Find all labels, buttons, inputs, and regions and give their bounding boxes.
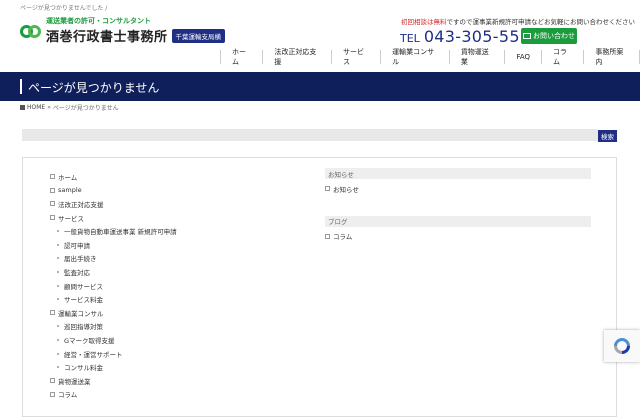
nav-freight[interactable]: 貨物運送業: [448, 48, 505, 66]
sitemap-item[interactable]: 法改正対応支援: [50, 197, 177, 211]
breadcrumb: HOME » ページが見つかりません: [20, 103, 119, 112]
category-heading-blog: ブログ: [325, 215, 591, 227]
sitemap-item[interactable]: 貨物運送業: [50, 374, 177, 388]
sitemap-subitem[interactable]: 監査対応: [50, 265, 177, 279]
header-note: 初回相談は無料ですので運事業新規許可申請などお気軽にお問い合わせください: [401, 16, 635, 26]
sitemap-pages: ホーム sample 法改正対応支援 サービス 一般貨物自動車運送事業 新規許可…: [50, 170, 177, 401]
category-item-news[interactable]: お知らせ: [325, 182, 591, 196]
page-title-bar: ページが見つかりません: [0, 72, 640, 101]
free-consult-text: 初回相談は無料: [401, 18, 447, 26]
sitemap-subitem[interactable]: 経営・運営サポート: [50, 347, 177, 361]
title-accent: [20, 79, 22, 94]
nav-consulting[interactable]: 運輸業コンサル: [380, 48, 449, 66]
top-note: ページが見つかりませんでした /: [20, 5, 108, 12]
header-note-rest: ですので運事業新規許可申請などお気軽にお問い合わせください: [446, 18, 636, 26]
sitemap-item[interactable]: 運輸業コンサル: [50, 306, 177, 320]
search-input[interactable]: [22, 129, 598, 141]
tel-label: TEL: [400, 32, 420, 45]
sitemap-subitem[interactable]: 届出手続き: [50, 252, 177, 266]
sitemap-subitem[interactable]: 巡回指導対策: [50, 320, 177, 334]
nav-office[interactable]: 事務所案内: [583, 48, 640, 66]
sitemap-item[interactable]: sample: [50, 184, 177, 198]
logo-rings-icon: [20, 20, 42, 42]
breadcrumb-home[interactable]: HOME: [27, 104, 45, 111]
logo-name: 酒巻行政書士事務所: [46, 30, 168, 45]
breadcrumb-sep: »: [47, 104, 51, 111]
nav-faq[interactable]: FAQ: [504, 50, 541, 64]
sitemap-subitem[interactable]: 顧問サービス: [50, 279, 177, 293]
recaptcha-badge[interactable]: [604, 330, 640, 362]
category-heading-news: お知らせ: [325, 168, 591, 179]
global-nav: ホーム 法改正対応支援 サービス 運輸業コンサル 貨物運送業 FAQ コラム 事…: [220, 48, 640, 66]
contact-button-label: お問い合わせ: [533, 32, 575, 40]
contact-button[interactable]: お問い合わせ: [521, 28, 577, 44]
breadcrumb-current: ページが見つかりません: [52, 105, 119, 112]
nav-law-support[interactable]: 法改正対応支援: [262, 48, 331, 66]
nav-home[interactable]: ホーム: [220, 48, 262, 66]
search-button[interactable]: 検索: [598, 130, 617, 142]
category-item-column[interactable]: コラム: [325, 230, 591, 244]
phone-number[interactable]: TEL 043-305-5557: [400, 27, 541, 46]
sitemap-categories: お知らせ お知らせ ブログ コラム: [325, 168, 591, 263]
sitemap: ホーム sample 法改正対応支援 サービス 一般貨物自動車運送事業 新規許可…: [22, 157, 617, 417]
sitemap-subitem[interactable]: 一般貨物自動車運送事業 新規許可申請: [50, 224, 177, 238]
sitemap-subitem[interactable]: コンサル料金: [50, 360, 177, 374]
home-icon: [20, 105, 25, 110]
sitemap-subitem[interactable]: サービス料金: [50, 292, 177, 306]
site-logo[interactable]: 運送業者の許可・コンサルタント 酒巻行政書士事務所 千葉運輸支局横: [20, 16, 226, 45]
sitemap-subitem[interactable]: 認可申請: [50, 238, 177, 252]
nav-services[interactable]: サービス: [331, 48, 380, 66]
sitemap-item[interactable]: ホーム: [50, 170, 177, 184]
logo-subtitle: 運送業者の許可・コンサルタント: [46, 17, 151, 25]
page-title: ページが見つかりません: [28, 81, 160, 95]
sitemap-item[interactable]: コラム: [50, 388, 177, 402]
nav-column[interactable]: コラム: [541, 48, 583, 66]
sitemap-subitem[interactable]: Gマーク取得支援: [50, 333, 177, 347]
mail-icon: [523, 33, 531, 39]
recaptcha-icon: [614, 338, 630, 354]
logo-badge: 千葉運輸支局横: [171, 28, 226, 43]
sitemap-item[interactable]: サービス: [50, 211, 177, 225]
